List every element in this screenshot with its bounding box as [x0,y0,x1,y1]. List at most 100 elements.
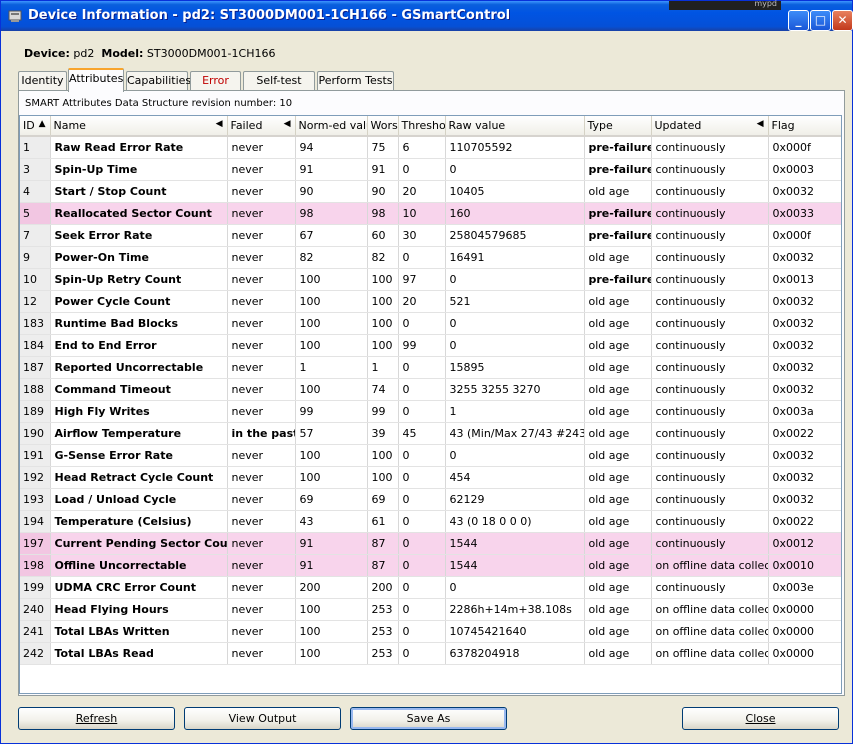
column-header-id[interactable]: ID ▲ [20,116,51,137]
cell-flag: 0x0003 [768,158,841,181]
close-button[interactable]: Close [682,707,839,730]
cell-type: old age [584,642,652,665]
cell-flag: 0x003a [768,400,841,423]
table-row[interactable]: 9 Power-On Time never 82 82 0 16491 old age cont… [20,246,841,269]
cell-type: old age [584,466,652,489]
device-info-window: Device Information - pd2: ST3000DM001-1C… [0,0,853,744]
close-window-button[interactable]: ✕ [832,10,853,31]
cell-worst: 82 [367,246,399,269]
cell-updated: continuously [651,268,769,291]
cell-flag: 0x000f [768,224,841,247]
table-header-row: ID▲ Name◀ Failed◀ Norm-ed value Worst Th… [20,116,841,137]
table-row[interactable]: 12 Power Cycle Count never 100 100 20 521 old a… [20,290,841,313]
tab-perform-tests[interactable]: Perform Tests [317,71,394,91]
table-row[interactable]: 190 Airflow Temperature in the past 57 39 45 4… [20,422,841,445]
table-row[interactable]: 10 Spin-Up Retry Count never 100 100 97 0 pre-f… [20,268,841,291]
sort-left-arrow-icon: ◀ [283,119,291,129]
view-output-button[interactable]: View Output [184,707,341,730]
column-header-name[interactable]: Name ◀ [50,116,228,137]
cell-updated: continuously [651,378,769,401]
sort-left-arrow-icon: ◀ [756,119,764,129]
table-row[interactable]: 242 Total LBAs Read never 100 253 0 6378204918… [20,642,841,665]
column-header-worst[interactable]: Worst [367,116,399,137]
cell-type: old age [584,356,652,379]
cell-updated: continuously [651,444,769,467]
cell-name: Reallocated Sector Count [50,202,228,225]
cell-name: Total LBAs Read [50,642,228,665]
cell-failed: never [227,510,296,533]
table-row[interactable]: 5 Reallocated Sector Count never 98 98 10 160 p… [20,202,841,225]
cell-worst: 100 [367,444,399,467]
cell-threshold: 0 [398,642,446,665]
tab-attributes[interactable]: Attributes [68,68,124,92]
cell-normed: 94 [295,136,368,159]
cell-threshold: 0 [398,400,446,423]
cell-normed: 100 [295,598,368,621]
cell-type: old age [584,180,652,203]
minimize-button[interactable]: _ [788,10,809,31]
table-row[interactable]: 189 High Fly Writes never 99 99 0 1 old age cont… [20,400,841,423]
table-row[interactable]: 188 Command Timeout never 100 74 0 3255 3255 3… [20,378,841,401]
table-row[interactable]: 3 Spin-Up Time never 91 91 0 0 pre-failure conti… [20,158,841,181]
cell-type: old age [584,246,652,269]
tab-identity[interactable]: Identity [18,71,67,91]
cell-id: 240 [20,598,51,621]
tab-capabilities[interactable]: Capabilities [126,71,191,91]
table-row[interactable]: 199 UDMA CRC Error Count never 200 200 0 0 old … [20,576,841,599]
table-row[interactable]: 194 Temperature (Celsius) never 43 61 0 43 (0 … [20,510,841,533]
table-row[interactable]: 193 Load / Unload Cycle never 69 69 0 62129 old… [20,488,841,511]
cell-flag: 0x0022 [768,422,841,445]
table-row[interactable]: 187 Reported Uncorrectable never 1 1 0 15895 ol… [20,356,841,379]
column-header-raw[interactable]: Raw value [445,116,585,137]
tab-error-log[interactable]: Error Log [190,71,241,105]
column-header-failed[interactable]: Failed ◀ [227,116,296,137]
table-row[interactable]: 240 Head Flying Hours never 100 253 0 2286h+14… [20,598,841,621]
column-header-updated[interactable]: Updated ◀ [651,116,769,137]
cell-id: 189 [20,400,51,423]
column-header-flag[interactable]: Flag [768,116,841,137]
table-row[interactable]: 192 Head Retract Cycle Count never 100 100 0 4… [20,466,841,489]
cell-updated: on offline data collect. [651,598,769,621]
cell-failed: never [227,466,296,489]
cell-raw: 0 [445,576,585,599]
title-bar[interactable]: Device Information - pd2: ST3000DM001-1C… [1,0,853,31]
tab-self-test-logs[interactable]: Self-test Logs [243,71,315,105]
column-header-normed[interactable]: Norm-ed value [295,116,368,137]
column-header-threshold[interactable]: Threshold [398,116,446,137]
cell-type: old age [584,400,652,423]
cell-worst: 91 [367,158,399,181]
cell-type: old age [584,620,652,643]
cell-id: 193 [20,488,51,511]
attributes-table: ID▲ Name◀ Failed◀ Norm-ed value Worst Th… [20,116,841,665]
refresh-button[interactable]: Refresh [18,707,175,730]
cell-id: 4 [20,180,51,203]
cell-name: Airflow Temperature [50,422,228,445]
cell-type: old age [584,378,652,401]
cell-updated: continuously [651,576,769,599]
cell-id: 191 [20,444,51,467]
table-row[interactable]: 197 Current Pending Sector Count never 91 87… [20,532,841,555]
cell-worst: 60 [367,224,399,247]
cell-updated: on offline data collect. [651,642,769,665]
table-row[interactable]: 198 Offline Uncorrectable never 91 87 0 1544 ol… [20,554,841,577]
table-row[interactable]: 4 Start / Stop Count never 90 90 20 10405 old a… [20,180,841,203]
cell-normed: 67 [295,224,368,247]
table-row[interactable]: 7 Seek Error Rate never 67 60 30 25804579685 pr… [20,224,841,247]
table-row[interactable]: 1 Raw Read Error Rate never 94 75 6 110705592 p… [20,136,841,159]
cell-threshold: 0 [398,158,446,181]
cell-worst: 75 [367,136,399,159]
table-row[interactable]: 183 Runtime Bad Blocks never 100 100 0 0 old ag… [20,312,841,335]
background-window-text: mypd [754,0,777,8]
table-row[interactable]: 184 End to End Error never 100 100 99 0 old age… [20,334,841,357]
table-row[interactable]: 241 Total LBAs Written never 100 253 0 1074542… [20,620,841,643]
cell-flag: 0x0013 [768,268,841,291]
cell-updated: continuously [651,224,769,247]
column-header-type[interactable]: Type [584,116,652,137]
maximize-button[interactable]: □ [810,10,831,31]
cell-worst: 100 [367,290,399,313]
cell-normed: 100 [295,334,368,357]
table-row[interactable]: 191 G-Sense Error Rate never 100 100 0 0 old ag… [20,444,841,467]
cell-id: 188 [20,378,51,401]
save-as-button[interactable]: Save As [350,707,507,730]
cell-worst: 99 [367,400,399,423]
